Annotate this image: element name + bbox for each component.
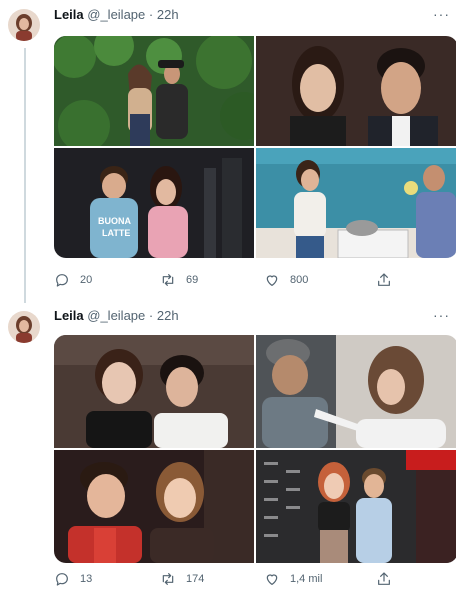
- photo-4[interactable]: [256, 450, 456, 563]
- reply-icon: [56, 573, 68, 586]
- tweet-2[interactable]: Leila @_leilape · 22h ··· 13 174 1,4 mil: [0, 305, 468, 602]
- photo-grid: [54, 335, 458, 563]
- tweet-1[interactable]: Leila @_leilape · 22h ··· BUONA LATTE 20…: [0, 0, 468, 300]
- separator: ·: [148, 308, 154, 323]
- share-button[interactable]: [376, 571, 392, 587]
- like-count: 800: [290, 274, 309, 286]
- svg-text:LATTE: LATTE: [102, 228, 130, 238]
- share-icon: [378, 273, 390, 286]
- separator: ·: [148, 7, 154, 22]
- retweet-icon: [162, 274, 174, 286]
- photo-2[interactable]: [256, 36, 456, 146]
- reply-button[interactable]: 13: [54, 571, 92, 587]
- timestamp[interactable]: 22h: [157, 308, 179, 323]
- avatar[interactable]: [8, 9, 40, 41]
- reply-button[interactable]: 20: [54, 272, 92, 288]
- retweet-count: 69: [186, 274, 199, 286]
- author-handle[interactable]: @_leilape: [87, 7, 145, 22]
- share-button[interactable]: [376, 272, 392, 288]
- retweet-icon: [162, 573, 174, 585]
- author-name[interactable]: Leila: [54, 7, 84, 22]
- svg-text:BUONA: BUONA: [98, 216, 131, 226]
- heart-icon: [266, 275, 278, 286]
- photo-3[interactable]: BUONA LATTE: [54, 148, 254, 258]
- share-icon: [378, 572, 390, 585]
- reply-icon: [56, 274, 68, 287]
- photo-3[interactable]: [54, 450, 254, 563]
- heart-icon: [266, 574, 278, 585]
- retweet-button[interactable]: 69: [160, 272, 198, 288]
- retweet-button[interactable]: 174: [160, 571, 204, 587]
- photo-2[interactable]: [256, 335, 456, 448]
- photo-1[interactable]: [54, 36, 254, 146]
- tweet-header: Leila @_leilape · 22h: [54, 308, 179, 324]
- tweet-actions: 20 69 800: [54, 272, 458, 292]
- author-handle[interactable]: @_leilape: [87, 308, 145, 323]
- like-count: 1,4 mil: [290, 573, 323, 585]
- tweet-actions: 13 174 1,4 mil: [54, 571, 458, 591]
- like-button[interactable]: 800: [264, 272, 308, 288]
- timestamp[interactable]: 22h: [157, 7, 179, 22]
- reply-count: 20: [80, 274, 93, 286]
- retweet-count: 174: [186, 573, 205, 585]
- photo-1[interactable]: [54, 335, 254, 448]
- photo-4[interactable]: [256, 148, 456, 258]
- author-name[interactable]: Leila: [54, 308, 84, 323]
- like-button[interactable]: 1,4 mil: [264, 571, 322, 587]
- tweet-header: Leila @_leilape · 22h: [54, 7, 179, 23]
- photo-grid: BUONA LATTE: [54, 36, 458, 258]
- avatar[interactable]: [8, 311, 40, 343]
- more-options-icon[interactable]: ···: [433, 307, 450, 323]
- reply-count: 13: [80, 573, 93, 585]
- more-options-icon[interactable]: ···: [433, 6, 450, 22]
